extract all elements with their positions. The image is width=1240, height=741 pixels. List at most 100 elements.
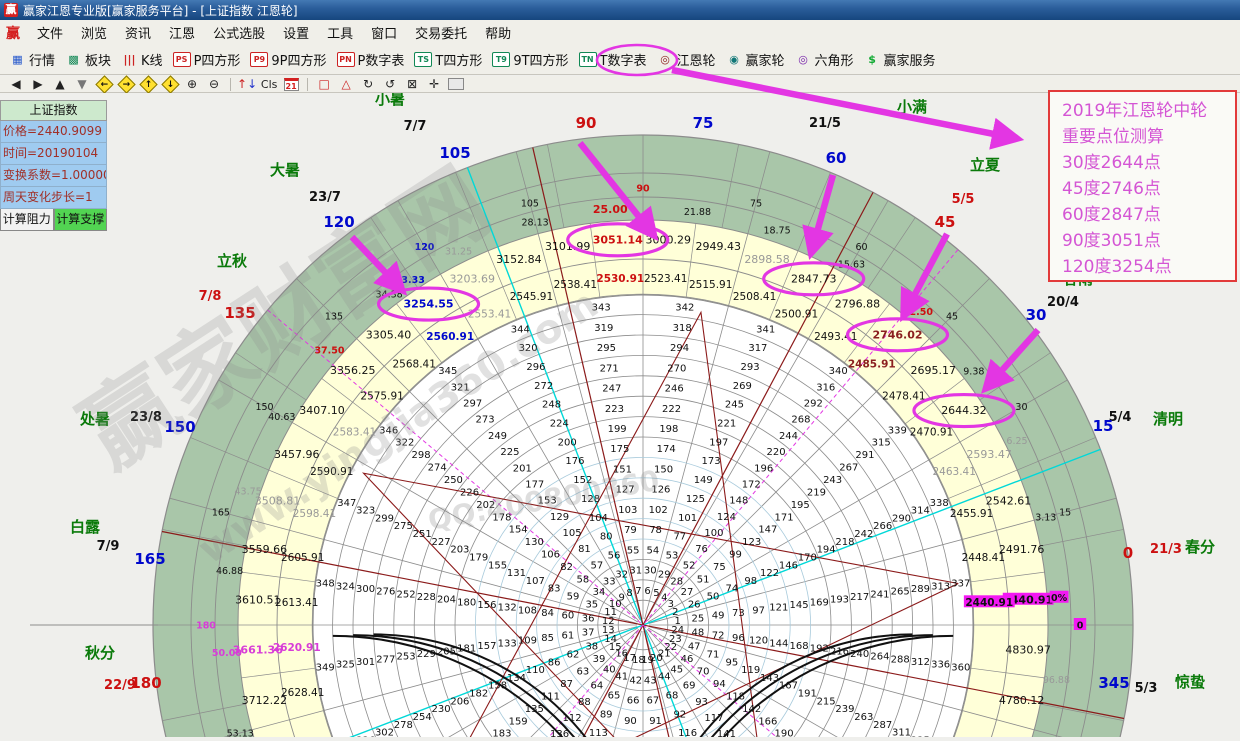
rotate-ccw-icon[interactable]: ↺ [380, 77, 400, 92]
spiral-number: 26 [688, 599, 701, 610]
solar-term-label: 小满 [897, 98, 927, 116]
nav-up-icon[interactable]: ▲ [50, 77, 70, 92]
toolbar-button-svc[interactable]: $赢家服务 [859, 48, 941, 72]
price-ring-value: 3101.99 [545, 240, 591, 253]
spiral-number: 179 [469, 552, 488, 563]
spiral-number: 295 [597, 343, 616, 354]
spiral-number: 112 [562, 713, 581, 724]
percent-ring-value: 40.63 [268, 412, 295, 423]
toolbar-label: 江恩轮 [677, 50, 716, 69]
spiral-number: 52 [683, 560, 696, 571]
toolbar-button-blocks[interactable]: ▩板块 [60, 48, 116, 72]
spiral-number: 93 [695, 697, 708, 708]
spiral-number: 291 [855, 450, 874, 461]
zoom-out-icon[interactable]: ⊖ [204, 77, 224, 92]
spiral-number: 204 [437, 595, 456, 606]
boxed-x-icon[interactable]: ⊠ [402, 77, 422, 92]
calendar-icon[interactable]: 21 [281, 77, 301, 92]
cls-button[interactable]: Cls [259, 77, 279, 92]
spiral-number: 98 [744, 576, 757, 587]
spiral-number: 314 [911, 506, 930, 517]
spiral-number: 239 [835, 704, 854, 715]
spiral-number: 148 [729, 496, 748, 507]
spiral-number: 117 [704, 713, 723, 724]
toolbar-button-pn[interactable]: PNP数字表 [332, 48, 410, 72]
spiral-number: 229 [417, 649, 436, 660]
toolbar-button-hex[interactable]: ◎六角形 [790, 48, 859, 72]
spiral-number: 84 [541, 608, 554, 619]
toolbar-button-kline[interactable]: |||K线 [116, 48, 168, 72]
info-row-2: 变换系数=1.00000 [0, 165, 107, 187]
toolbar-label: 行情 [29, 50, 55, 69]
rotate-cw-icon[interactable]: ↻ [358, 77, 378, 92]
menu-item-6[interactable]: 工具 [318, 20, 362, 45]
degree-price-value: 2440.91 [965, 597, 1013, 609]
spiral-number: 269 [733, 381, 752, 392]
degree-ring-value: 75 [750, 198, 762, 209]
toolbar-label: P数字表 [358, 50, 405, 69]
spiral-number: 5 [653, 588, 659, 599]
dia-left-icon[interactable]: ← [94, 77, 114, 92]
percent-ring-value: 12.50 [903, 307, 933, 318]
toolbar-button-ts[interactable]: TST四方形 [409, 48, 487, 72]
degree-price-value: 2508.41 [733, 291, 776, 303]
toolbar-button-winner[interactable]: ◉赢家轮 [721, 48, 790, 72]
spiral-number: 263 [854, 712, 873, 723]
dia-down-icon[interactable]: ↓ [160, 77, 180, 92]
menu-item-4[interactable]: 公式选股 [204, 20, 274, 45]
menu-item-2[interactable]: 资讯 [116, 20, 160, 45]
date-label: 7/9 [97, 539, 120, 554]
spiral-number: 155 [488, 560, 507, 571]
spiral-number: 242 [854, 529, 873, 540]
nav-left-icon[interactable]: ◀ [6, 77, 26, 92]
toolbar-label: 9P四方形 [271, 50, 326, 69]
blocks-icon: ▩ [65, 52, 82, 67]
toolbar-button-ps[interactable]: PSP四方形 [168, 48, 246, 72]
spiral-number: 79 [624, 525, 637, 536]
triangle-icon[interactable]: △ [336, 77, 356, 92]
menu-item-1[interactable]: 浏览 [72, 20, 116, 45]
menu-item-9[interactable]: 帮助 [476, 20, 520, 45]
price-ring-value: 3152.84 [496, 253, 542, 266]
degree-price-value: 2493.41 [814, 331, 857, 343]
date-label: 21/3 [1150, 542, 1182, 557]
degree-label: 345 [1098, 674, 1129, 692]
toolbar-button-tn[interactable]: TNT数字表 [574, 48, 652, 72]
spiral-number: 278 [394, 720, 413, 731]
calc-res-button[interactable]: 计算阻力 [0, 209, 54, 231]
spiral-number: 50 [707, 591, 720, 602]
spiral-number: 174 [657, 444, 676, 455]
menu-item-5[interactable]: 设置 [274, 20, 318, 45]
price-ring-value: 2847.73 [791, 272, 837, 285]
zoom-in-icon[interactable]: ⊕ [182, 77, 202, 92]
nav-down-icon[interactable]: ▼ [72, 77, 92, 92]
spiral-number: 192 [810, 644, 829, 655]
menu-item-8[interactable]: 交易委托 [406, 20, 476, 45]
square-icon[interactable]: □ [314, 77, 334, 92]
degree-label: 180 [130, 674, 161, 692]
degree-price-value: 2620.91 [273, 642, 321, 654]
toolbar-button-t9[interactable]: T99T四方形 [487, 48, 573, 72]
toolbar-button-p9[interactable]: P99P四方形 [245, 48, 331, 72]
screen-icon[interactable] [446, 77, 466, 92]
annotation-line-3: 45度2746点 [1062, 176, 1235, 202]
calc-sup-button[interactable]: 计算支撑 [54, 209, 108, 231]
menu-item-0[interactable]: 文件 [28, 20, 72, 45]
spiral-number: 35 [585, 599, 598, 610]
spiral-number: 44 [658, 672, 671, 683]
spiral-number: 270 [667, 363, 686, 374]
move-icon[interactable]: ✛ [424, 77, 444, 92]
spiral-number: 223 [605, 404, 624, 415]
spiral-number: 58 [576, 574, 589, 585]
spiral-number: 172 [742, 479, 761, 490]
menu-item-3[interactable]: 江恩 [160, 20, 204, 45]
solar-term-label: 春分 [1185, 538, 1215, 556]
nav-right-icon[interactable]: ▶ [28, 77, 48, 92]
dia-right-icon[interactable]: → [116, 77, 136, 92]
updown-icon[interactable]: ↑↓ [237, 77, 257, 92]
toolbar-button-gann[interactable]: ◎江恩轮 [652, 48, 721, 72]
spiral-number: 168 [790, 641, 809, 652]
menu-item-7[interactable]: 窗口 [362, 20, 406, 45]
toolbar-button-grid[interactable]: ▦行情 [4, 48, 60, 72]
dia-up-icon[interactable]: ↑ [138, 77, 158, 92]
